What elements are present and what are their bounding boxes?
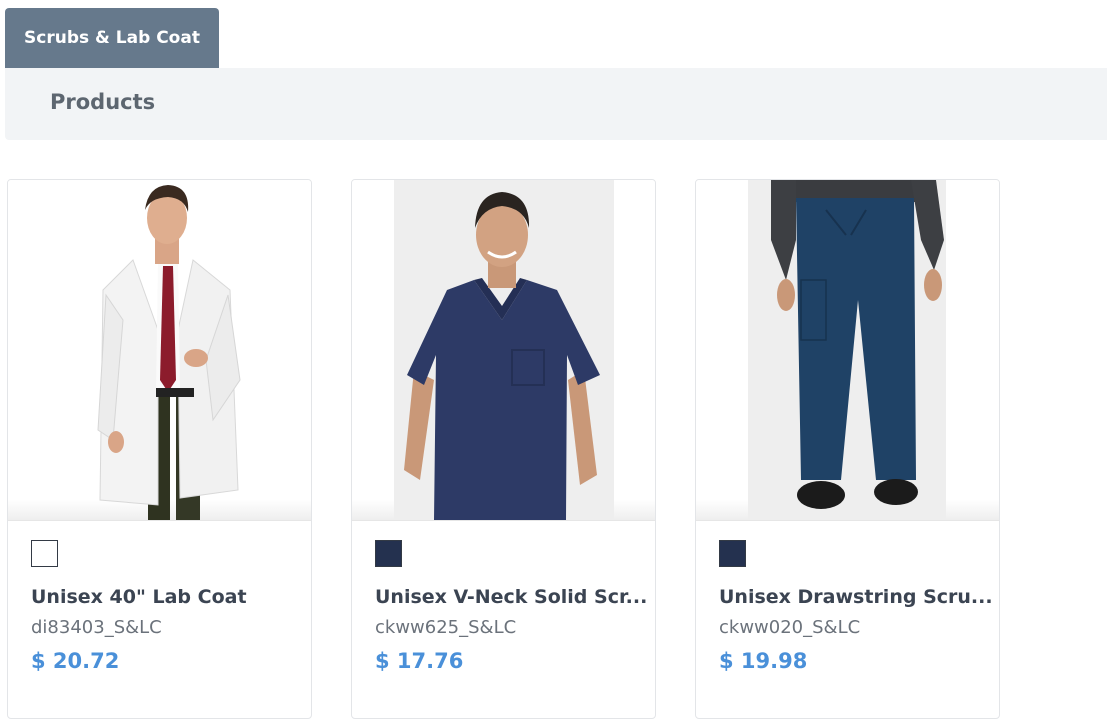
product-name[interactable]: Unisex Drawstring Scru... [719,586,993,608]
product-price: $ 20.72 [31,649,120,673]
color-swatch[interactable] [375,540,402,567]
product-image-lab-coat[interactable] [8,180,311,521]
products-header: Products [5,68,1107,140]
product-sku: ckww625_S&LC [375,617,517,638]
color-swatch[interactable] [719,540,746,567]
product-card-lab-coat[interactable]: Unisex 40" Lab Coat di83403_S&LC $ 20.72 [7,179,312,719]
product-card-vneck-scrub-top[interactable]: Unisex V-Neck Solid Scr... ckww625_S&LC … [351,179,656,719]
tab-scrubs-lab-coat[interactable]: Scrubs & Lab Coat [5,8,219,68]
product-name[interactable]: Unisex 40" Lab Coat [31,586,301,608]
product-sku: di83403_S&LC [31,617,162,638]
product-name[interactable]: Unisex V-Neck Solid Scr... [375,586,647,608]
product-image-drawstring-scrub-pants[interactable] [696,180,999,521]
product-sku: ckww020_S&LC [719,617,861,638]
product-card-drawstring-scrub-pants[interactable]: Unisex Drawstring Scru... ckww020_S&LC $… [695,179,1000,719]
product-price: $ 17.76 [375,649,464,673]
product-image-vneck-scrub-top[interactable] [352,180,655,521]
product-price: $ 19.98 [719,649,808,673]
tab-label: Scrubs & Lab Coat [24,28,200,48]
section-title: Products [50,90,156,114]
color-swatch[interactable] [31,540,58,567]
